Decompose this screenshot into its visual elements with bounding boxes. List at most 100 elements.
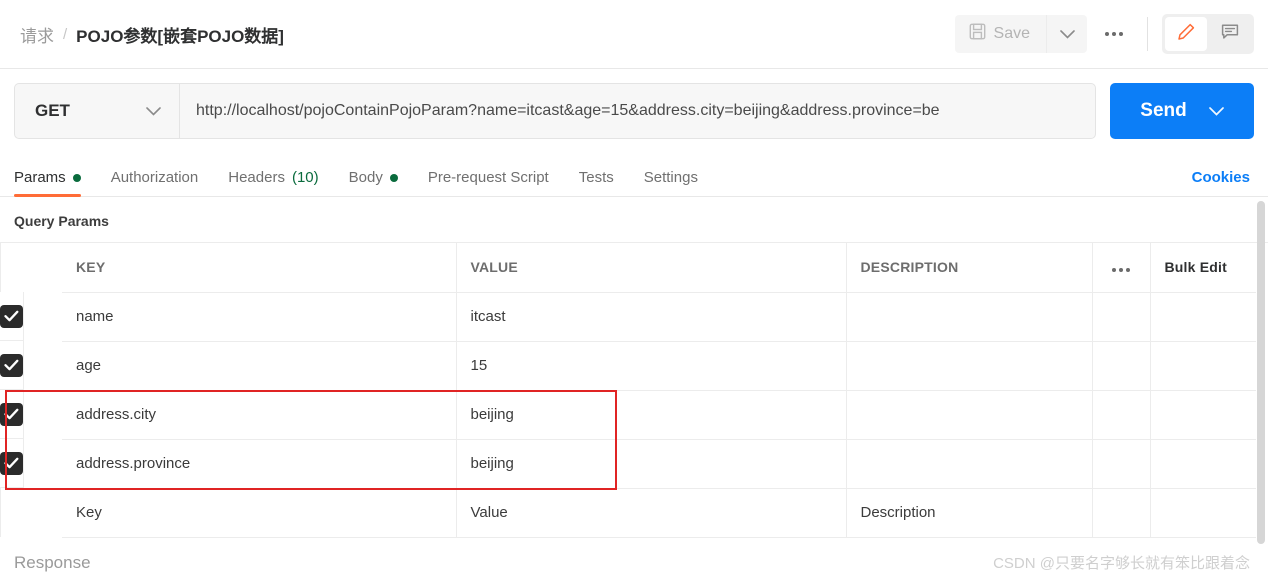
save-label: Save: [993, 25, 1030, 42]
tab-pre-request-script-label: Pre-request Script: [427, 169, 549, 186]
table-row-empty: Key Value Description: [0, 488, 1256, 538]
checkbox-checked-icon[interactable]: [0, 353, 23, 377]
row-trailing: [1150, 341, 1256, 391]
new-param-value-input[interactable]: Value: [456, 488, 847, 538]
checkbox-checked-icon[interactable]: [0, 304, 23, 328]
row-options[interactable]: [1092, 292, 1151, 342]
tab-params-label: Params: [14, 169, 66, 186]
tab-settings-label: Settings: [643, 169, 698, 186]
save-options-chevron-down-icon[interactable]: [1046, 15, 1087, 53]
row-options[interactable]: [1092, 439, 1151, 489]
table-row: address.province beijing: [0, 439, 1256, 489]
checkbox-checked-icon[interactable]: [0, 451, 23, 475]
http-method-select[interactable]: GET: [14, 83, 179, 139]
row-trailing: [1150, 390, 1256, 440]
response-bar: Response CSDN @只要名字够长就有笨比跟着念: [0, 546, 1268, 579]
send-button[interactable]: Send: [1110, 83, 1254, 139]
tab-tests-label: Tests: [578, 169, 614, 186]
http-method-value: GET: [35, 101, 70, 120]
header-divider: [1147, 17, 1148, 51]
table-header-row: KEY VALUE DESCRIPTION Bulk Edit: [0, 243, 1256, 293]
bulk-edit-button[interactable]: Bulk Edit: [1150, 243, 1256, 293]
query-params-table-wrap: KEY VALUE DESCRIPTION Bulk Edit name itc…: [0, 242, 1268, 538]
tab-headers[interactable]: Headers (10): [228, 169, 318, 196]
breadcrumb-separator: /: [63, 25, 68, 43]
page-title: POJO参数[嵌套POJO数据]: [76, 26, 284, 46]
tab-tests[interactable]: Tests: [579, 169, 614, 196]
modified-dot-icon: [72, 173, 81, 182]
tab-authorization-label: Authorization: [110, 169, 199, 186]
table-row: name itcast: [0, 292, 1256, 342]
tab-headers-label: Headers: [228, 169, 285, 186]
tab-settings[interactable]: Settings: [644, 169, 698, 196]
send-label: Send: [1140, 100, 1187, 121]
checkbox-checked-icon[interactable]: [0, 402, 23, 426]
row-description[interactable]: [846, 390, 1093, 440]
vertical-scrollbar[interactable]: [1257, 201, 1265, 544]
tab-authorization[interactable]: Authorization: [111, 169, 199, 196]
floppy-disk-icon: [969, 23, 986, 45]
view-mode-toggle: [1162, 14, 1254, 54]
watermark-text: CSDN @只要名字够长就有笨比跟着念: [993, 555, 1250, 572]
save-button[interactable]: Save: [955, 15, 1046, 53]
new-param-key-input[interactable]: Key: [62, 488, 457, 538]
row-value[interactable]: itcast: [456, 292, 847, 342]
row-value[interactable]: 15: [456, 341, 847, 391]
modified-dot-icon: [389, 173, 398, 182]
comment-icon: [1220, 22, 1240, 47]
tab-headers-count: (10): [291, 169, 319, 186]
row-key[interactable]: name: [62, 292, 457, 342]
select-all-cell: [0, 243, 1, 292]
ellipsis-icon: [1105, 32, 1123, 36]
request-url-row: GET http://localhost/pojoContainPojoPara…: [0, 69, 1268, 155]
cookies-link[interactable]: Cookies: [1192, 169, 1250, 196]
pencil-icon: [1176, 22, 1196, 47]
row-trailing: [1150, 292, 1256, 342]
row-description[interactable]: [846, 341, 1093, 391]
request-url-input[interactable]: http://localhost/pojoContainPojoParam?na…: [179, 83, 1096, 139]
column-header-description: DESCRIPTION: [846, 243, 1093, 293]
tab-pre-request-script[interactable]: Pre-request Script: [428, 169, 549, 196]
save-button-group: Save: [954, 15, 1087, 53]
row-trailing: [1150, 439, 1256, 489]
row-value[interactable]: beijing: [456, 439, 847, 489]
row-key[interactable]: age: [62, 341, 457, 391]
row-trailing-empty: [1150, 488, 1256, 538]
more-options-button[interactable]: [1093, 15, 1135, 53]
tab-params[interactable]: Params: [14, 169, 81, 197]
row-description[interactable]: [846, 439, 1093, 489]
ellipsis-icon: [1112, 268, 1130, 273]
row-key[interactable]: address.province: [62, 439, 457, 489]
edit-mode-button[interactable]: [1165, 17, 1207, 51]
breadcrumb-parent[interactable]: 请求: [20, 22, 54, 47]
table-options-button[interactable]: [1092, 243, 1151, 293]
row-description[interactable]: [846, 292, 1093, 342]
send-options-chevron-down-icon[interactable]: [1208, 100, 1224, 122]
app-header: 请求 / POJO参数[嵌套POJO数据] Save: [0, 0, 1268, 69]
request-url-text: http://localhost/pojoContainPojoParam?na…: [196, 102, 940, 119]
column-header-value: VALUE: [456, 243, 847, 293]
row-checkbox-cell[interactable]: [0, 439, 24, 488]
response-label: Response: [14, 552, 91, 572]
row-options[interactable]: [1092, 341, 1151, 391]
request-tabs: Params Authorization Headers (10) Body P…: [0, 155, 1268, 197]
comments-button[interactable]: [1209, 17, 1251, 51]
row-checkbox-cell-empty[interactable]: [0, 488, 1, 537]
table-row: address.city beijing: [0, 390, 1256, 440]
tab-body-label: Body: [348, 169, 383, 186]
row-value[interactable]: beijing: [456, 390, 847, 440]
query-params-title: Query Params: [14, 213, 109, 229]
header-actions: Save: [954, 0, 1254, 68]
column-header-key: KEY: [62, 243, 457, 293]
row-options-empty[interactable]: [1092, 488, 1151, 538]
row-checkbox-cell[interactable]: [0, 341, 24, 390]
row-options[interactable]: [1092, 390, 1151, 440]
chevron-down-icon: [146, 101, 161, 121]
row-checkbox-cell[interactable]: [0, 390, 24, 439]
query-params-table: KEY VALUE DESCRIPTION Bulk Edit name itc…: [0, 243, 1256, 538]
tab-body[interactable]: Body: [349, 169, 398, 196]
row-key[interactable]: address.city: [62, 390, 457, 440]
table-row: age 15: [0, 341, 1256, 391]
row-checkbox-cell[interactable]: [0, 292, 24, 341]
new-param-description-input[interactable]: Description: [846, 488, 1093, 538]
